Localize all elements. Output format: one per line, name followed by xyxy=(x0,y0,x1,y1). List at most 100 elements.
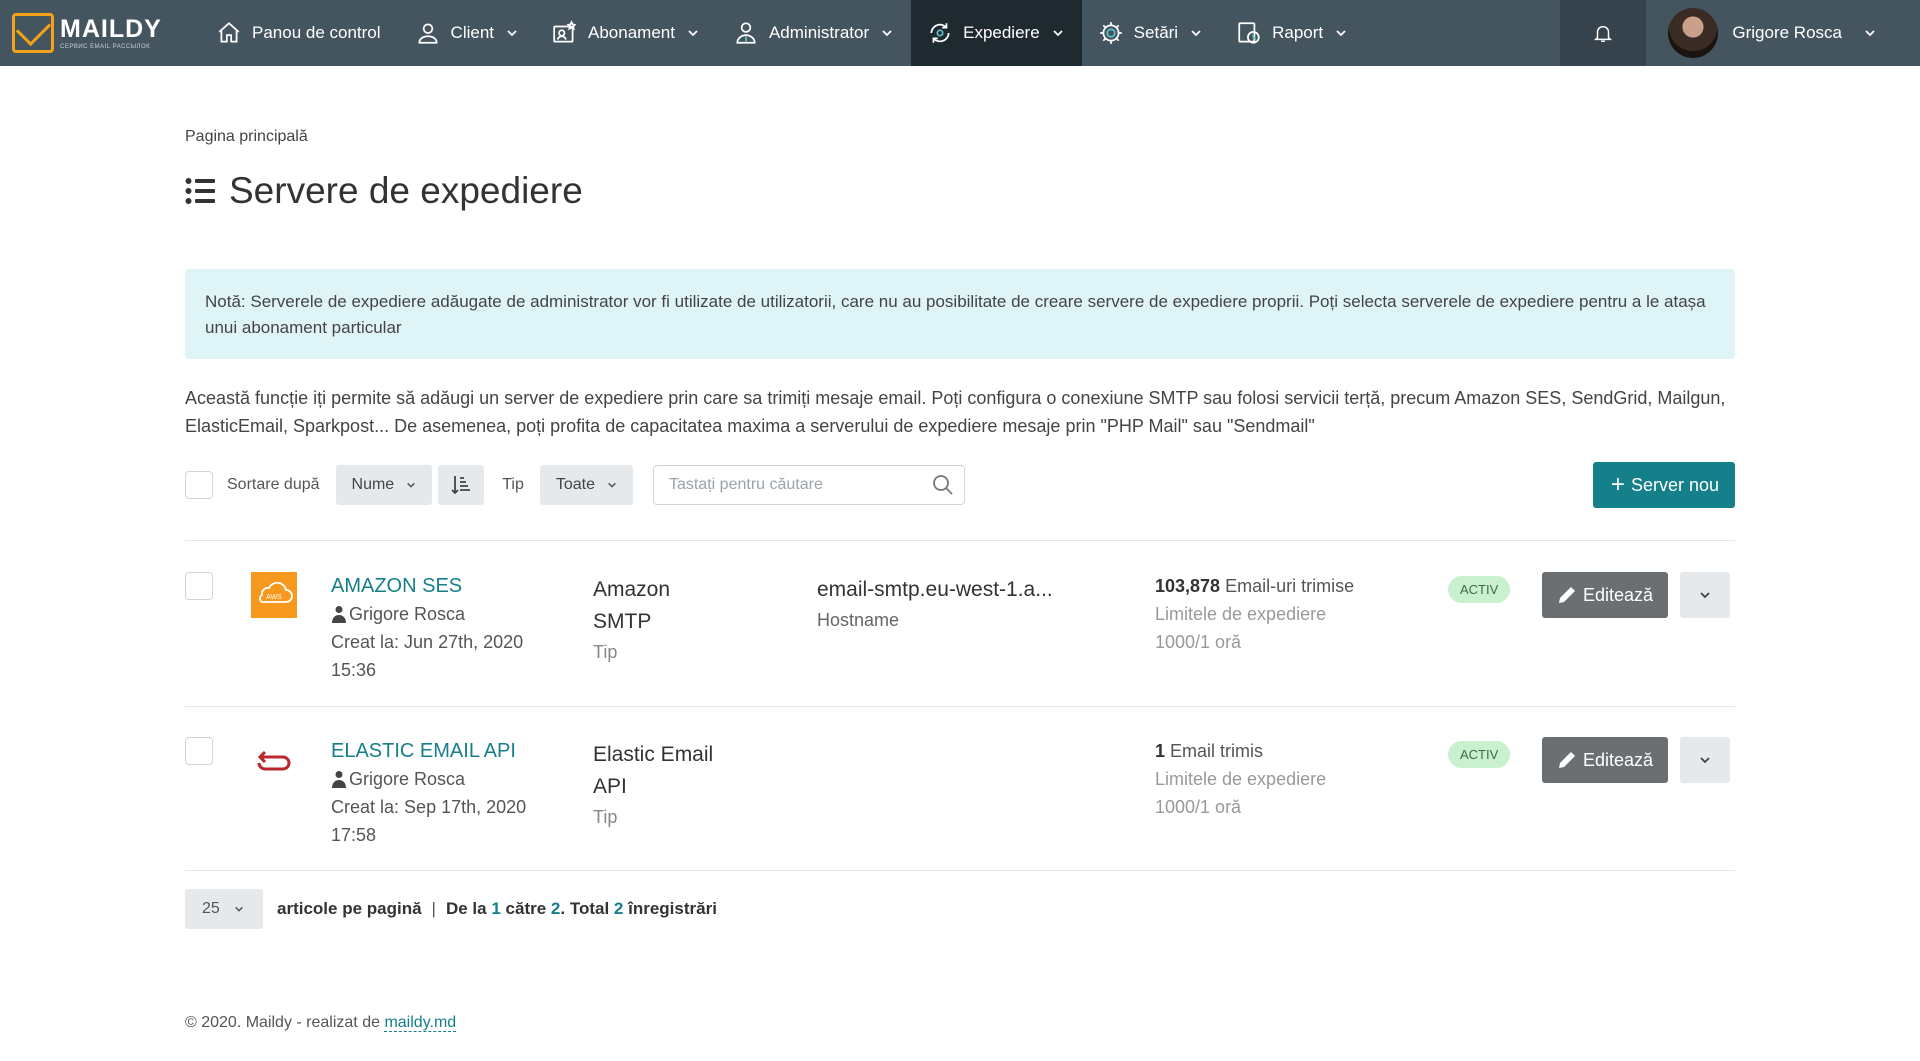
subscription-icon xyxy=(553,20,577,43)
table-row: AWS AMAZON SES Grigore Rosca Creat la: J… xyxy=(185,572,1735,736)
limit-label: Limitele de expediere xyxy=(1155,604,1327,624)
nav-item-administrator[interactable]: Administrator xyxy=(717,0,911,66)
breadcrumb[interactable]: Pagina principală xyxy=(185,128,308,146)
created-date: Sep 17th, 2020 xyxy=(404,797,527,817)
server-type-line1: Elastic Email xyxy=(593,743,714,766)
created-date: Jun 27th, 2020 xyxy=(404,632,524,652)
search-input[interactable] xyxy=(668,476,919,494)
from-value: 1 xyxy=(491,899,501,918)
edit-label: Editează xyxy=(1582,584,1654,605)
user-icon xyxy=(418,23,438,44)
limit-label: Limitele de expediere xyxy=(1155,769,1327,789)
total-value: 2 xyxy=(613,899,624,918)
edit-label: Editează xyxy=(1582,749,1654,770)
to-value: 2 xyxy=(550,899,561,918)
row-checkbox[interactable] xyxy=(185,737,213,765)
created-time: 15:36 xyxy=(331,660,377,680)
server-type-line2: SMTP xyxy=(593,610,652,633)
type-select[interactable]: Toate xyxy=(539,465,633,505)
footer-text: © 2020. Maildy - realizat de xyxy=(185,1014,380,1031)
created-time: 17:58 xyxy=(331,825,377,845)
nav-item-settings[interactable]: Setări xyxy=(1082,0,1220,66)
server-name-link[interactable]: ELASTIC EMAIL API xyxy=(331,737,551,765)
pagination: 25 articole pe pagină | De la 1 către 2 … xyxy=(185,889,717,929)
nav-item-dashboard[interactable]: Panou de control xyxy=(200,0,399,66)
select-all-checkbox[interactable] xyxy=(185,471,213,499)
user-menu[interactable]: Grigore Rosca xyxy=(1646,0,1920,66)
divider xyxy=(185,870,1735,871)
search-icon[interactable] xyxy=(932,474,954,496)
server-type-line2: API xyxy=(593,775,627,798)
chevron-down-icon xyxy=(1700,757,1710,764)
chevron-down-icon xyxy=(1053,30,1063,37)
list-toolbar: Sortare după Nume Tip Toate + Server nou xyxy=(185,462,1735,508)
aws-icon: AWS xyxy=(251,572,297,618)
chevron-down-icon xyxy=(234,906,243,912)
main-nav: Panou de control Client Abonament Admini… xyxy=(200,0,1365,66)
sort-select[interactable]: Nume xyxy=(335,465,433,505)
pager-separator: | xyxy=(431,899,436,918)
records-label: înregistrări xyxy=(628,899,717,918)
sort-value: Nume xyxy=(351,476,395,493)
send-icon xyxy=(930,23,950,43)
chevron-down-icon xyxy=(1336,30,1346,37)
page-description: Această funcție iți permite să adăugi un… xyxy=(185,388,1726,436)
owner-icon xyxy=(332,771,346,788)
sort-order-icon xyxy=(451,476,471,495)
server-owner: Grigore Rosca xyxy=(349,769,466,789)
pencil-icon xyxy=(1558,587,1575,603)
table-row: ELASTIC EMAIL API Grigore Rosca Creat la… xyxy=(185,737,1735,901)
brand-logo[interactable]: MAILDY СЕРВИС EMAIL РАССЫЛОК xyxy=(0,0,200,66)
created-label: Creat la: xyxy=(331,632,400,652)
sent-label: Email trimis xyxy=(1170,741,1264,761)
sent-label: Email-uri trimise xyxy=(1225,576,1355,596)
nav-label: Administrator xyxy=(768,23,870,42)
nav-item-expediere[interactable]: Expediere xyxy=(911,0,1082,66)
server-hostname: email-smtp.eu-west-1.a... xyxy=(817,578,1053,601)
edit-button[interactable]: Editează xyxy=(1542,572,1668,618)
edit-button[interactable]: Editează xyxy=(1542,737,1668,783)
new-server-label: Server nou xyxy=(1630,474,1719,495)
page-title-wrap: Servere de expediere xyxy=(185,170,583,212)
server-name-link[interactable]: AMAZON SES xyxy=(331,572,551,600)
row-actions-dropdown[interactable] xyxy=(1680,737,1730,783)
elastic-email-icon xyxy=(257,750,291,771)
hostname-caption: Hostname xyxy=(817,610,900,630)
nav-item-report[interactable]: Raport xyxy=(1220,0,1365,66)
row-checkbox[interactable] xyxy=(185,572,213,600)
footer-link[interactable]: maildy.md xyxy=(384,1014,457,1032)
user-name: Grigore Rosca xyxy=(1732,23,1842,42)
admin-icon xyxy=(736,22,756,44)
nav-label: Client xyxy=(450,23,495,42)
per-page-select[interactable]: 25 xyxy=(185,889,263,929)
server-type-line1: Amazon xyxy=(593,578,671,601)
per-page-label: articole pe pagină xyxy=(277,899,422,918)
new-server-button[interactable]: + Server nou xyxy=(1592,462,1735,508)
sort-direction-button[interactable] xyxy=(438,465,485,505)
nav-label: Setări xyxy=(1133,23,1179,42)
top-navbar: MAILDY СЕРВИС EMAIL РАССЫЛОК Panou de co… xyxy=(0,0,1920,66)
divider xyxy=(185,706,1735,707)
nav-item-subscription[interactable]: Abonament xyxy=(536,0,717,66)
svg-text:AWS: AWS xyxy=(266,594,282,601)
chevron-down-icon xyxy=(1865,30,1875,37)
info-note: Notă: Serverele de expediere adăugate de… xyxy=(185,269,1735,359)
nav-label: Expediere xyxy=(963,23,1040,42)
home-icon xyxy=(218,22,240,43)
chevron-down-icon xyxy=(507,30,517,37)
chevron-down-icon xyxy=(1191,30,1201,37)
envelope-logo-icon xyxy=(12,13,54,53)
divider xyxy=(185,540,1735,541)
nav-label: Abonament xyxy=(588,23,675,42)
limit-value: 1000/1 oră xyxy=(1155,797,1242,817)
sort-label: Sortare după xyxy=(227,476,320,493)
nav-item-client[interactable]: Client xyxy=(399,0,536,66)
row-actions-dropdown[interactable] xyxy=(1680,572,1730,618)
type-label: Tip xyxy=(502,476,524,493)
server-owner: Grigore Rosca xyxy=(349,604,466,624)
chevron-down-icon xyxy=(882,30,892,37)
gear-icon xyxy=(1099,22,1122,44)
notifications-button[interactable] xyxy=(1560,0,1647,66)
owner-icon xyxy=(332,606,346,623)
chevron-down-icon xyxy=(608,482,616,488)
